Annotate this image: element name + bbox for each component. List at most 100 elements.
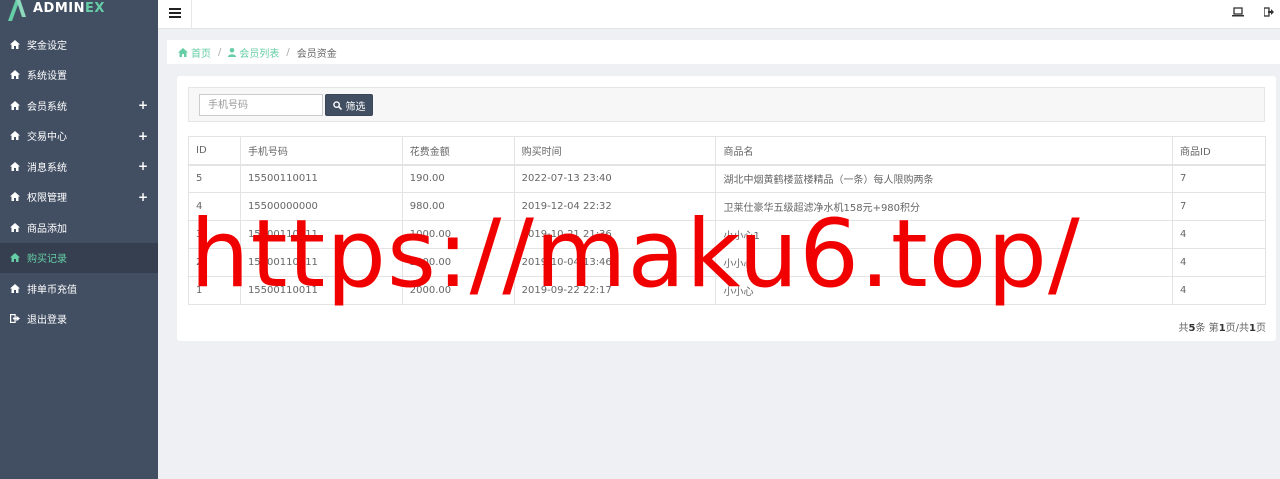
- current-page: 1: [1218, 323, 1226, 334]
- filter-bar: 筛选: [188, 87, 1265, 122]
- column-header: 花费金额: [401, 136, 515, 166]
- column-header: 手机号码: [239, 136, 403, 166]
- sidebar-item-5[interactable]: 权限管理 +: [0, 182, 158, 213]
- sidebar-item-label: 交易中心: [27, 132, 67, 144]
- purchase-records-table: ID 手机号码 花费金额 购买时间 商品名 商品ID 5 15500110011 190.00…: [188, 136, 1266, 305]
- phone-search-input[interactable]: [199, 94, 323, 116]
- home-icon: [9, 191, 21, 203]
- table-cell: 4: [1172, 276, 1266, 305]
- table-cell: 2022-07-13 23:40: [513, 164, 717, 193]
- breadcrumb-member-list[interactable]: 会员列表: [228, 45, 279, 60]
- home-icon: [9, 38, 21, 50]
- table-cell: 7: [1172, 192, 1266, 221]
- home-icon: [9, 252, 21, 264]
- table-cell: 4: [1172, 248, 1266, 277]
- table-cell: 1000.00: [401, 220, 515, 249]
- column-header: ID: [188, 136, 241, 166]
- table-cell: 4: [188, 192, 241, 221]
- home-icon: [9, 99, 21, 111]
- home-icon: [9, 69, 21, 81]
- sidebar-item-label: 奖金设定: [27, 40, 67, 52]
- sidebar-item-9[interactable]: 退出登录: [0, 304, 158, 335]
- home-icon: [9, 282, 21, 294]
- table-cell: 2: [188, 248, 241, 277]
- filter-button[interactable]: 筛选: [325, 94, 373, 116]
- home-icon: [178, 47, 188, 57]
- table-cell: 小小心: [715, 248, 1174, 277]
- sidebar-item-label: 消息系统: [27, 162, 67, 174]
- breadcrumb-separator: /: [218, 46, 222, 58]
- table-cell: 15500000000: [239, 192, 403, 221]
- table-cell: 5: [188, 164, 241, 193]
- table-cell: 2000.00: [401, 248, 515, 277]
- table-cell: 2019-12-04 22:32: [513, 192, 717, 221]
- table-row: 5 15500110011 190.00 2022-07-13 23:40 湖北中烟黄鹤…: [188, 164, 1266, 193]
- logo-mark-icon: [6, 0, 28, 21]
- table-body: 5 15500110011 190.00 2022-07-13 23:40 湖北中烟黄鹤…: [188, 164, 1266, 305]
- sidebar-item-6[interactable]: 商品添加: [0, 212, 158, 243]
- table-header-row: ID 手机号码 花费金额 购买时间 商品名 商品ID: [188, 136, 1266, 166]
- sidebar-item-label: 系统设置: [27, 71, 67, 83]
- table-cell: 卫莱仕豪华五级超滤净水机158元+980积分: [715, 192, 1174, 221]
- brand-logo[interactable]: ADMINEX: [0, 0, 158, 26]
- expand-plus-icon[interactable]: +: [138, 190, 148, 204]
- top-header: [158, 0, 1280, 29]
- table-row: 3 15500110011 1000.00 2019-10-21 21:36 小小心1 4: [188, 220, 1266, 249]
- pagination-info: 共5条 第1页/共1页: [1178, 323, 1266, 334]
- sidebar-item-label: 商品添加: [27, 223, 67, 235]
- search-icon: [332, 100, 342, 110]
- sidebar-item-8[interactable]: 排单币充值: [0, 273, 158, 304]
- table-cell: 15500110011: [239, 164, 403, 193]
- sidebar-item-4[interactable]: 消息系统 +: [0, 151, 158, 182]
- total-pages: 1: [1249, 323, 1256, 334]
- column-header: 商品ID: [1172, 136, 1266, 166]
- filter-button-label: 筛选: [345, 101, 366, 113]
- sidebar: ADMINEX 奖金设定系统设置会员系统 + 交易中心 + 消息系统 + 权限管理 + 商品添加…: [0, 0, 158, 479]
- table-row: 4 15500000000 980.00 2019-12-04 22:32 卫莱仕豪华五…: [188, 192, 1266, 221]
- table-cell: 2019-10-21 21:36: [513, 220, 717, 249]
- table-cell: 15500110011: [239, 276, 403, 305]
- table-cell: 15500110011: [239, 248, 403, 277]
- column-header: 商品名: [715, 136, 1174, 166]
- breadcrumb-current: 会员资金: [296, 48, 337, 60]
- home-icon: [9, 130, 21, 142]
- sidebar-item-label: 权限管理: [27, 193, 67, 205]
- sidebar-item-label: 退出登录: [27, 315, 67, 327]
- menu-toggle-button[interactable]: [158, 0, 192, 29]
- sidebar-item-0[interactable]: 奖金设定: [0, 29, 158, 60]
- sidebar-item-7[interactable]: 购买记录: [0, 242, 158, 273]
- table-cell: 2000.00: [401, 276, 515, 305]
- expand-plus-icon[interactable]: +: [138, 129, 148, 143]
- sidebar-nav: 奖金设定系统设置会员系统 + 交易中心 + 消息系统 + 权限管理 + 商品添加购买记录排单币充…: [0, 29, 158, 334]
- table-cell: 15500110011: [239, 220, 403, 249]
- table-cell: 2019-09-22 22:17: [513, 276, 717, 305]
- sidebar-item-label: 排单币充值: [27, 284, 77, 296]
- breadcrumb: 首页 / 会员列表 / 会员资金: [167, 40, 1280, 64]
- sidebar-item-2[interactable]: 会员系统 +: [0, 90, 158, 121]
- home-icon: [9, 221, 21, 233]
- sign-out-icon: [9, 313, 21, 325]
- user-icon: [228, 47, 237, 57]
- table-cell: 湖北中烟黄鹤楼蓝楼精品（一条）每人限购两条: [715, 164, 1174, 193]
- sidebar-item-3[interactable]: 交易中心 +: [0, 121, 158, 152]
- table-cell: 7: [1172, 164, 1266, 193]
- table-cell: 980.00: [401, 192, 515, 221]
- sign-out-icon[interactable]: [1263, 7, 1278, 19]
- sidebar-item-label: 购买记录: [27, 254, 67, 266]
- expand-plus-icon[interactable]: +: [138, 159, 148, 173]
- expand-plus-icon[interactable]: +: [138, 98, 148, 112]
- breadcrumb-home[interactable]: 首页: [178, 45, 211, 60]
- table-cell: 小小心: [715, 276, 1174, 305]
- sidebar-item-label: 会员系统: [27, 101, 67, 113]
- home-icon: [9, 160, 21, 172]
- total-count: 5: [1188, 323, 1196, 334]
- table-row: 1 15500110011 2000.00 2019-09-22 22:17 小小心 4: [188, 276, 1266, 305]
- table-row: 2 15500110011 2000.00 2019-10-04 13:46 小小心 4: [188, 248, 1266, 277]
- sidebar-item-1[interactable]: 系统设置: [0, 60, 158, 91]
- column-header: 购买时间: [513, 136, 717, 166]
- table-cell: 2019-10-04 13:46: [513, 248, 717, 277]
- laptop-icon[interactable]: [1232, 7, 1246, 19]
- table-cell: 小小心1: [715, 220, 1174, 249]
- content-panel: 筛选 ID手机号码花费金额购买时间商品名商品ID 515500110011190…: [177, 76, 1276, 341]
- breadcrumb-separator: /: [286, 46, 290, 58]
